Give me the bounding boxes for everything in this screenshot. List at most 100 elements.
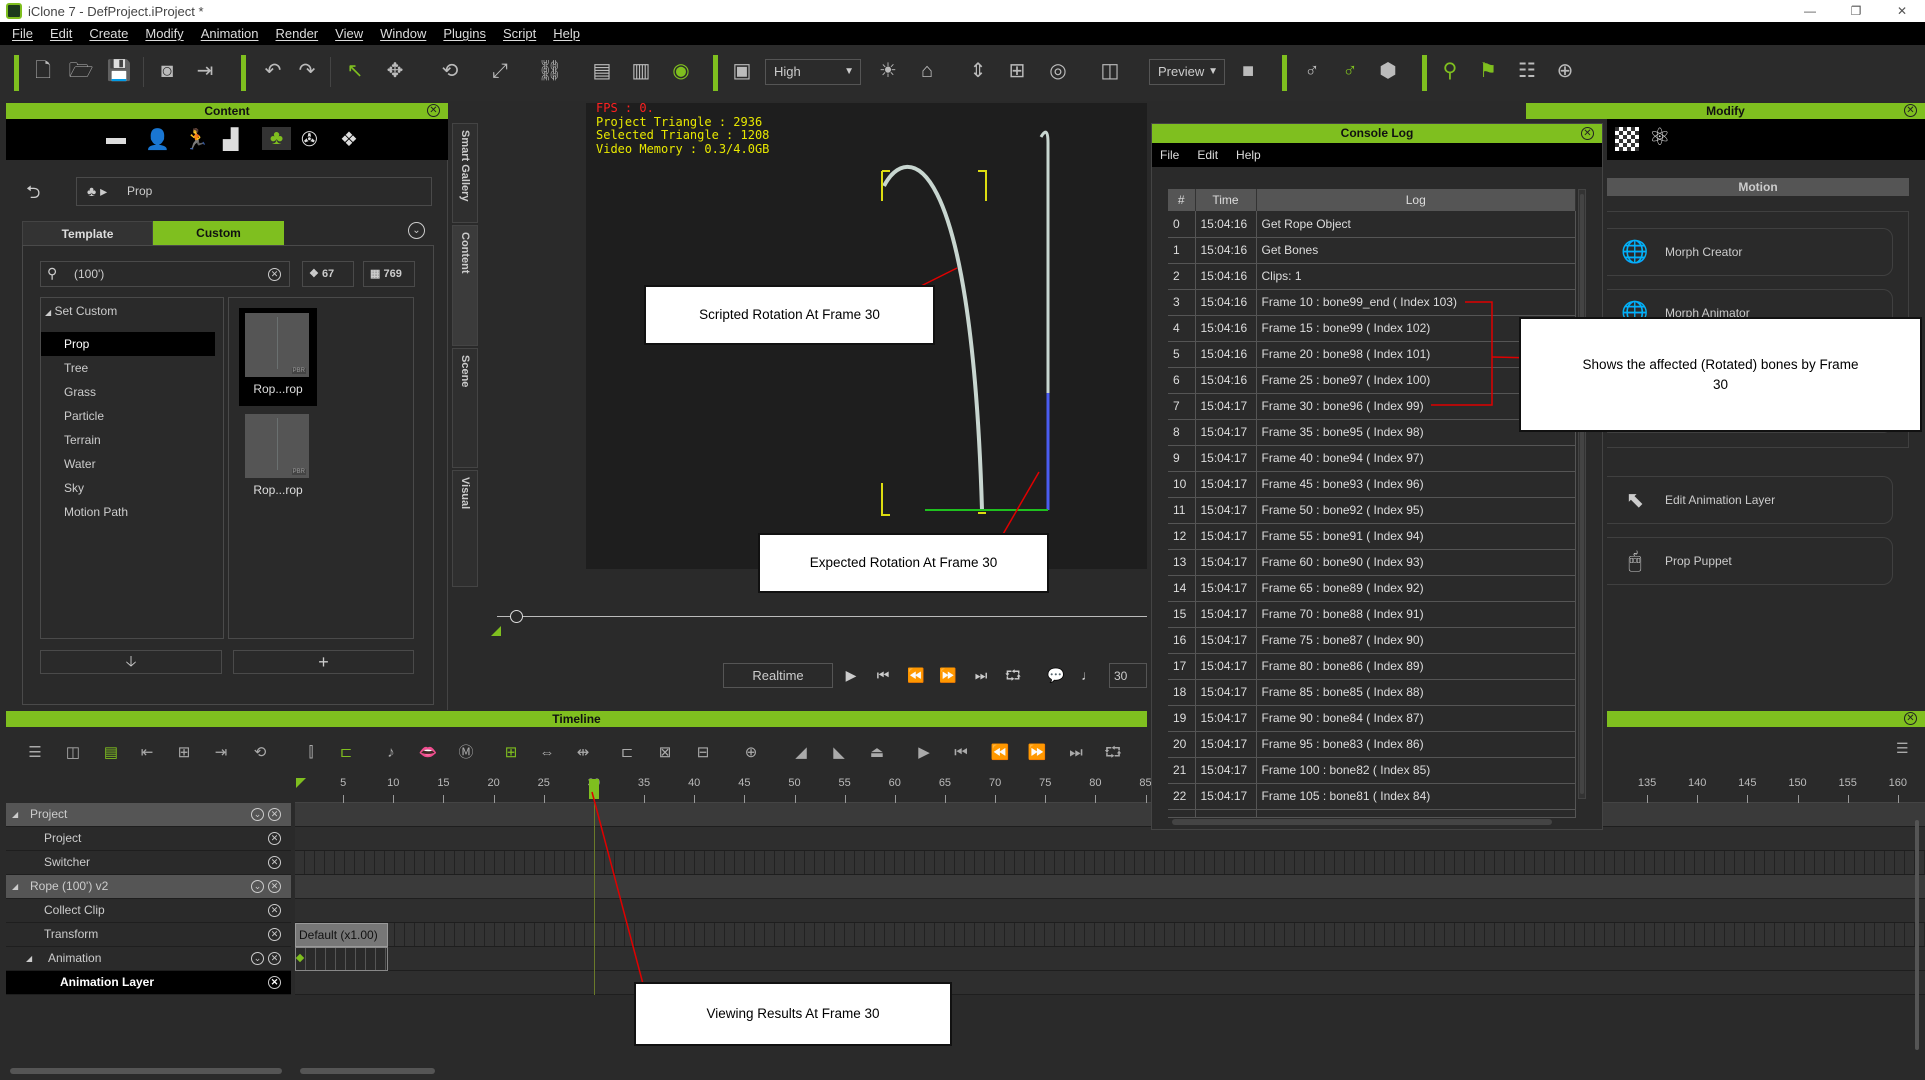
track-lane[interactable] (295, 827, 1925, 851)
log-row[interactable]: 0 15:04:16 Get Rope Object (1168, 211, 1576, 238)
remove-track-icon[interactable]: ✕ (268, 904, 281, 917)
menu-file[interactable]: File (12, 26, 33, 41)
bone-edit-icon[interactable]: ♂ (1335, 55, 1365, 87)
expand-triangle-icon[interactable]: ◢ (12, 875, 18, 898)
track-lane[interactable] (295, 803, 1925, 827)
column-header-time[interactable]: Time (1195, 189, 1257, 211)
range-start-marker[interactable] (296, 778, 306, 788)
align-icon[interactable]: ▤ (587, 55, 617, 87)
morph-creator-button[interactable]: 🌐 Morph Creator (1607, 228, 1893, 276)
visibility-eye-icon[interactable]: ◉ (666, 55, 696, 87)
new-file-icon[interactable]: 🗋 (28, 55, 58, 87)
skip-end-icon[interactable]: ⏭ (968, 663, 994, 688)
render-mode-dropdown[interactable]: Preview ▼ (1149, 59, 1225, 85)
column-header-index[interactable]: # (1168, 189, 1196, 211)
export-clip-icon[interactable]: ⏏ (864, 740, 890, 766)
tree-item-grass[interactable]: Grass (41, 380, 215, 404)
tree-root[interactable]: ◢ Set Custom (45, 304, 117, 318)
undo-icon[interactable]: ↶ (258, 55, 288, 87)
scale-icon[interactable]: ⤢ (485, 55, 515, 87)
track-row[interactable]: Transform ✕ (6, 923, 291, 947)
play-icon[interactable]: ▶ (911, 740, 937, 766)
log-row[interactable]: 8 15:04:17 Frame 35 : bone95 ( Index 98) (1168, 419, 1576, 446)
track-row[interactable]: ◢ Project ⌄ ✕ (6, 803, 291, 827)
viewport-layout-icon[interactable]: ▣ (727, 55, 757, 87)
menu-render[interactable]: Render (276, 26, 319, 41)
tree-item-prop[interactable]: Prop (41, 332, 215, 356)
track-row[interactable]: Switcher ✕ (6, 851, 291, 875)
add-button[interactable]: + (233, 650, 414, 674)
fit-all-icon[interactable]: ⊞ (1002, 55, 1032, 87)
delete-icon[interactable]: ⊠ (652, 740, 678, 766)
track-lane[interactable] (295, 851, 1925, 875)
log-row[interactable]: 20 15:04:17 Frame 95 : bone83 ( Index 86) (1168, 731, 1576, 758)
box-view-icon[interactable]: ◫ (1095, 55, 1125, 87)
fit-icon[interactable]: ⇔ (534, 740, 560, 766)
side-tab-smart-gallery[interactable]: Smart Gallery (452, 123, 478, 223)
playhead[interactable] (588, 779, 599, 799)
track-row[interactable]: ◢ Rope (100') v2 ⌄ ✕ (6, 875, 291, 899)
remove-track-icon[interactable]: ✕ (268, 928, 281, 941)
tab-template[interactable]: Template (22, 221, 153, 246)
edit-animation-layer-button[interactable]: ⬉ Edit Animation Layer (1607, 476, 1893, 524)
link-icon[interactable]: ⛓ (535, 55, 565, 87)
track-options-icon[interactable]: ⌄ (251, 952, 264, 965)
rotate-icon[interactable]: ⟲ (435, 55, 465, 87)
fit-vertical-icon[interactable]: ⇕ (963, 55, 993, 87)
frame-input[interactable]: 30 (1109, 663, 1147, 688)
remove-track-icon[interactable]: ✕ (268, 856, 281, 869)
console-menu-help[interactable]: Help (1236, 148, 1261, 162)
thumbnail-item[interactable]: PBR Rop...rop (239, 308, 317, 406)
checklist-icon[interactable]: ☷ (1512, 55, 1542, 87)
move-icon[interactable]: ✥ (380, 55, 410, 87)
track-options-icon[interactable]: ⌄ (251, 880, 264, 893)
menu-modify[interactable]: Modify (145, 26, 183, 41)
skip-end-icon[interactable]: ⏭ (1063, 740, 1089, 766)
tree-item-motion-path[interactable]: Motion Path (41, 500, 215, 524)
breadcrumb-item[interactable]: Prop (127, 184, 152, 198)
m-icon[interactable]: Ⓜ (453, 740, 479, 766)
menu-edit[interactable]: Edit (50, 26, 72, 41)
tree-item-terrain[interactable]: Terrain (41, 428, 215, 452)
track-lane[interactable] (295, 947, 1925, 971)
tree-item-water[interactable]: Water (41, 452, 215, 476)
clear-search-icon[interactable]: ✕ (268, 268, 281, 281)
stage-icon[interactable]: ▟ (223, 127, 238, 152)
remove-track-icon[interactable]: ✕ (268, 808, 281, 821)
remove-track-icon[interactable]: ✕ (268, 976, 281, 989)
insert-icon[interactable]: ⊏ (614, 740, 640, 766)
add-track-icon[interactable]: ⊞ (171, 740, 197, 766)
subtitle-icon[interactable]: 💬 (1043, 663, 1069, 688)
log-row[interactable]: 19 15:04:17 Frame 90 : bone84 ( Index 87) (1168, 705, 1576, 732)
remove-track-icon[interactable]: ✕ (268, 832, 281, 845)
search-input[interactable]: ⚲ (100') ✕ (40, 261, 290, 287)
time-slider-handle[interactable] (510, 610, 523, 623)
show-clip-icon[interactable]: ◫ (60, 740, 86, 766)
menu-create[interactable]: Create (89, 26, 128, 41)
chevron-down-icon[interactable]: ⌄ (408, 222, 425, 239)
log-row[interactable]: 9 15:04:17 Frame 40 : bone94 ( Index 97) (1168, 445, 1576, 472)
menu-help[interactable]: Help (553, 26, 580, 41)
log-row[interactable]: 15 15:04:17 Frame 70 : bone88 ( Index 91) (1168, 601, 1576, 628)
tree-item-sky[interactable]: Sky (41, 476, 215, 500)
rewind-icon[interactable]: ⏪ (903, 663, 929, 688)
collapse-icon[interactable]: ⇤ (134, 740, 160, 766)
align-attach-icon[interactable]: ▥ (626, 55, 656, 87)
zoom-in-icon[interactable]: ⊕ (738, 740, 764, 766)
timeline-options-icon[interactable]: ☰ (1896, 740, 1909, 757)
track-row[interactable]: Collect Clip ✕ (6, 899, 291, 923)
log-row[interactable]: 22 15:04:17 Frame 105 : bone81 ( Index 84) (1168, 783, 1576, 810)
orbit-icon[interactable]: ◎ (1043, 55, 1073, 87)
lips-icon[interactable]: 👄 (415, 740, 441, 766)
prop-puppet-button[interactable]: 🖱 Prop Puppet (1607, 537, 1893, 585)
expand-triangle-icon[interactable]: ◢ (26, 947, 32, 970)
log-row[interactable]: 17 15:04:17 Frame 80 : bone86 ( Index 89) (1168, 653, 1576, 680)
menu-animation[interactable]: Animation (201, 26, 259, 41)
realtime-button[interactable]: Realtime (723, 663, 833, 688)
show-layer-icon[interactable]: ▤ (98, 740, 124, 766)
log-row[interactable]: 7 15:04:17 Frame 30 : bone96 ( Index 99) (1168, 393, 1576, 420)
folder-icon[interactable]: ▬ (106, 127, 126, 150)
track-lane[interactable] (295, 923, 1925, 947)
package-icon[interactable]: ❖ (340, 127, 358, 152)
camera-record-icon[interactable]: ■ (1233, 55, 1263, 87)
